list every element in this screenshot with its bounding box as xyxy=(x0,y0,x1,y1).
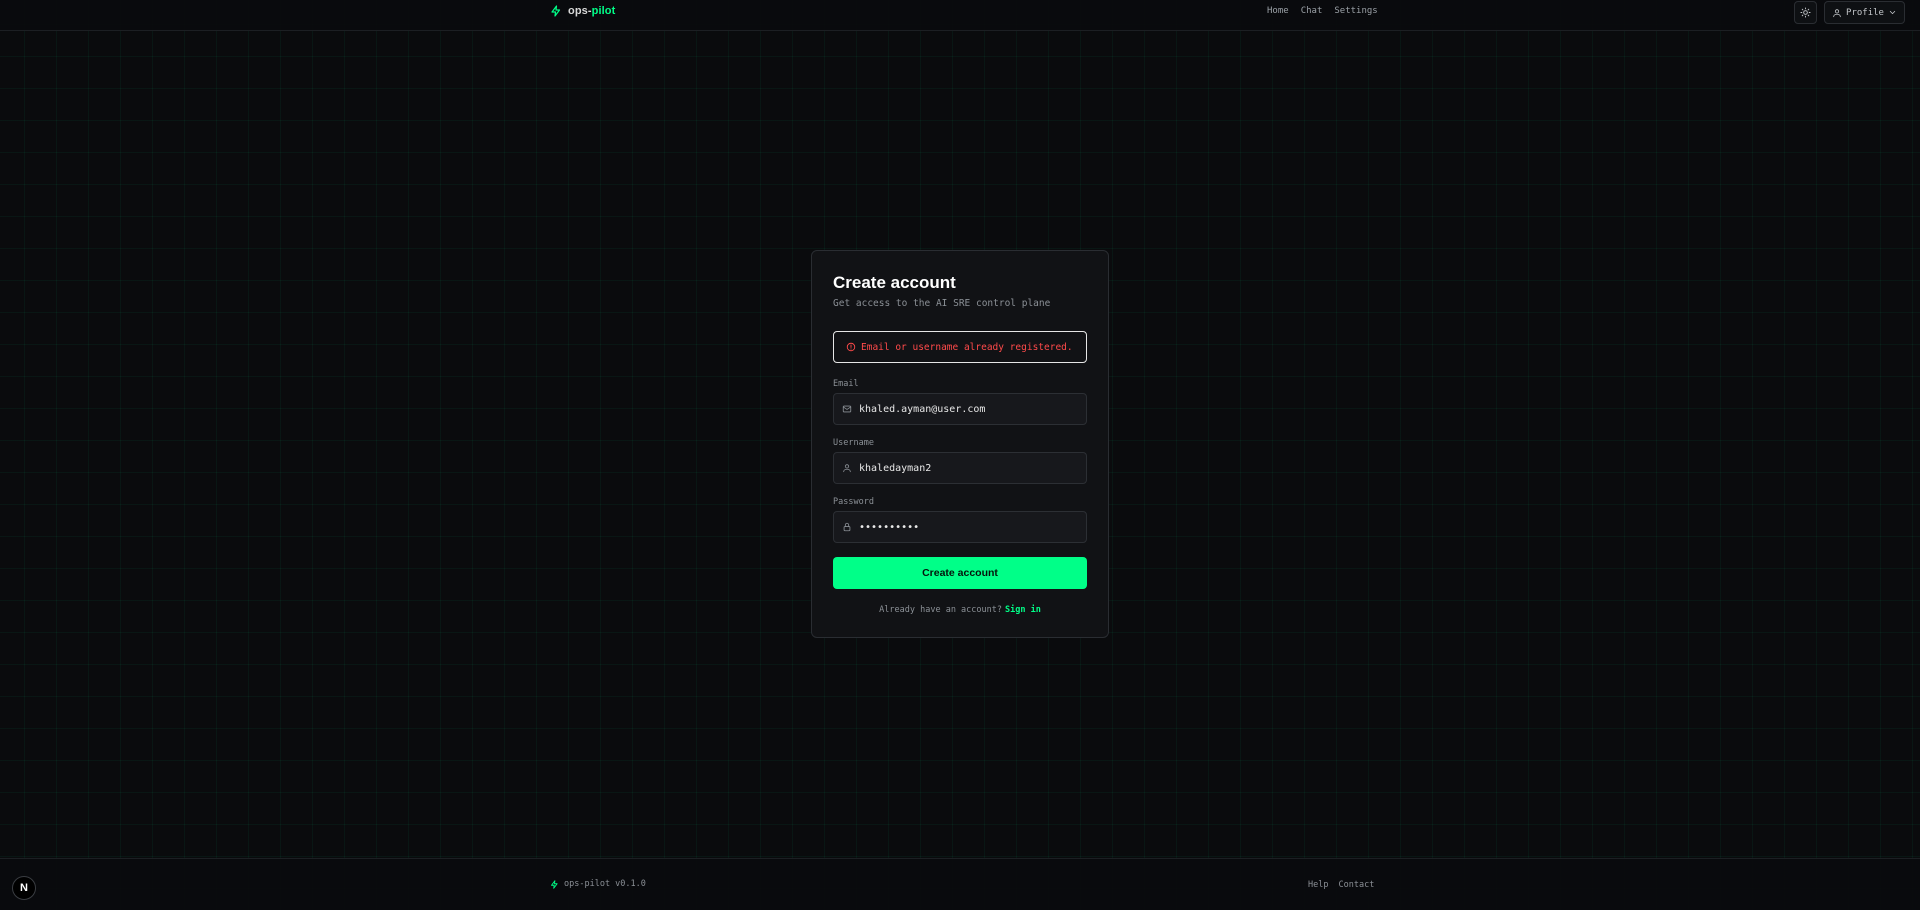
password-field[interactable]: •••••••••• xyxy=(833,511,1087,543)
email-field[interactable]: khaled.ayman@user.com xyxy=(833,393,1087,425)
signin-link[interactable]: Sign in xyxy=(1005,605,1041,615)
create-account-button[interactable]: Create account xyxy=(833,557,1087,589)
dev-tools-badge[interactable]: N xyxy=(12,876,36,900)
top-navbar: ops-pilot Home Chat Settings Profile xyxy=(0,0,1920,31)
footer-brand: ops-pilot v0.1.0 xyxy=(550,879,646,889)
username-field[interactable]: khaledayman2 xyxy=(833,452,1087,484)
brand-logo[interactable]: ops-pilot xyxy=(550,5,615,17)
password-label: Password xyxy=(833,497,874,507)
profile-label: Profile xyxy=(1846,7,1884,18)
lock-icon xyxy=(842,522,852,532)
nav-link-chat[interactable]: Chat xyxy=(1301,6,1323,16)
footer: ops-pilot v0.1.0 Help Contact xyxy=(0,858,1920,910)
password-value: •••••••••• xyxy=(859,521,920,533)
main-nav: Home Chat Settings xyxy=(1267,6,1378,16)
user-icon xyxy=(1832,8,1842,18)
error-alert: Email or username already registered. xyxy=(833,331,1087,363)
page-subtitle: Get access to the AI SRE control plane xyxy=(833,298,1051,309)
create-account-label: Create account xyxy=(922,567,998,579)
username-label: Username xyxy=(833,438,874,448)
error-message: Email or username already registered. xyxy=(861,341,1073,353)
email-label: Email xyxy=(833,379,859,389)
alert-circle-icon xyxy=(846,342,856,352)
footer-link-contact[interactable]: Contact xyxy=(1338,880,1374,890)
username-value: khaledayman2 xyxy=(859,462,932,474)
profile-menu-button[interactable]: Profile xyxy=(1824,1,1905,24)
footer-links: Help Contact xyxy=(1308,880,1374,890)
footer-link-help[interactable]: Help xyxy=(1308,880,1328,890)
brand-name: ops-pilot xyxy=(568,5,615,17)
theme-toggle-button[interactable] xyxy=(1794,1,1817,24)
lightning-bolt-icon xyxy=(550,879,559,889)
lightning-bolt-icon xyxy=(550,5,562,17)
chevron-down-icon xyxy=(1888,8,1897,17)
email-value: khaled.ayman@user.com xyxy=(859,403,986,415)
register-card: Create account Get access to the AI SRE … xyxy=(811,250,1109,638)
user-icon xyxy=(842,463,852,473)
nav-link-home[interactable]: Home xyxy=(1267,6,1289,16)
signin-prompt: Already have an account? xyxy=(879,605,1002,615)
brand-prefix: ops- xyxy=(568,5,592,17)
sun-icon xyxy=(1800,7,1811,18)
page-title: Create account xyxy=(833,273,956,292)
brand-suffix: pilot xyxy=(591,5,616,17)
mail-icon xyxy=(842,404,852,414)
version-label: ops-pilot v0.1.0 xyxy=(564,879,646,889)
signin-prompt-row: Already have an account? Sign in xyxy=(812,605,1108,615)
nav-link-settings[interactable]: Settings xyxy=(1334,6,1377,16)
